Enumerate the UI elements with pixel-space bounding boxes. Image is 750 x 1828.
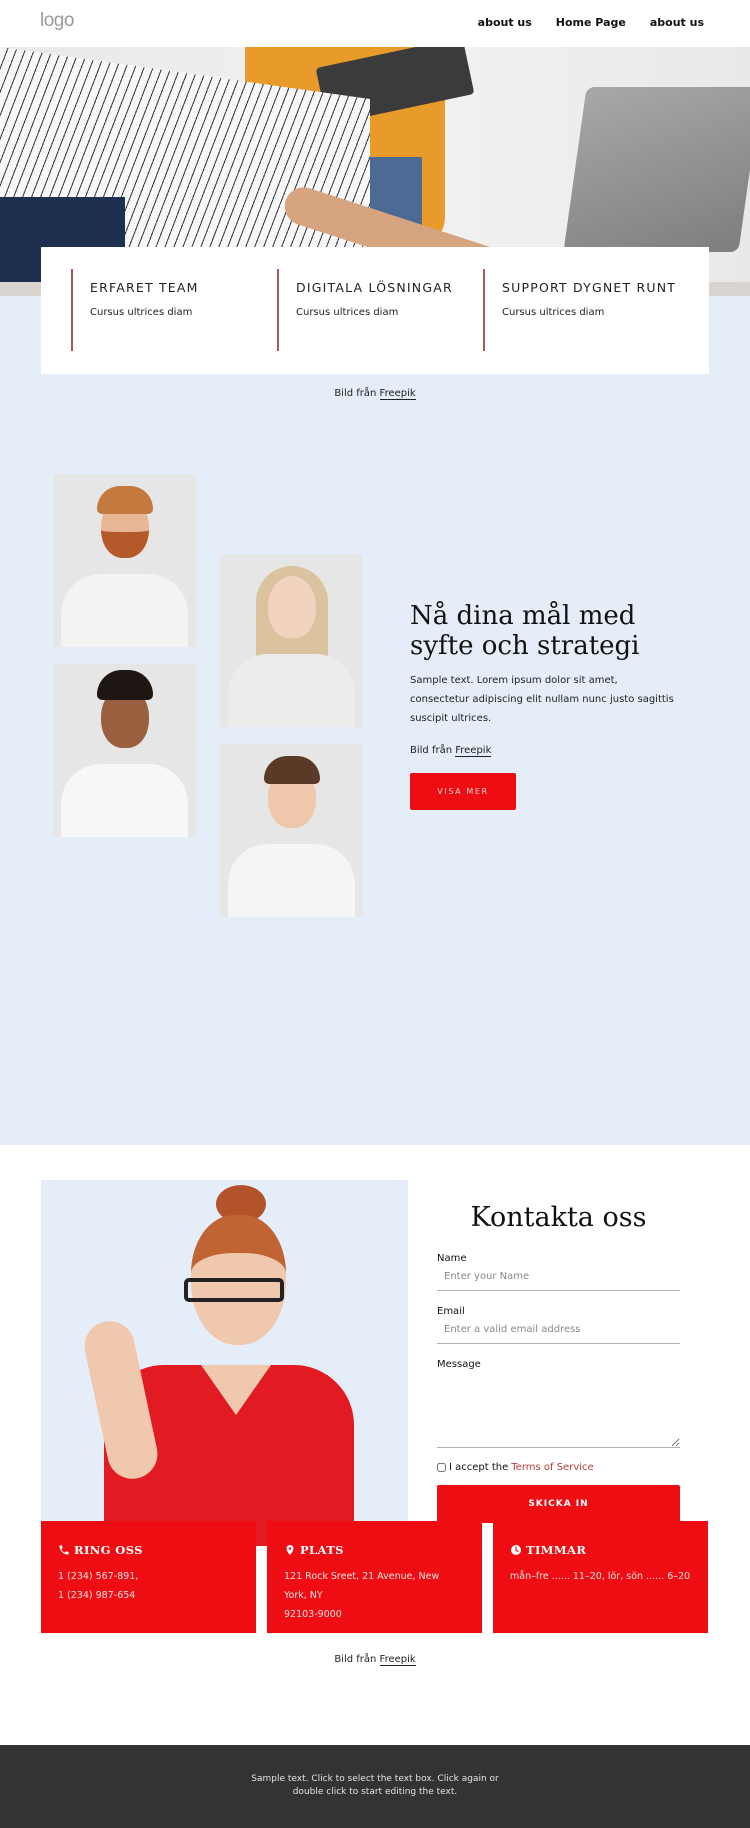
- phone-number[interactable]: 1 (234) 567-891,: [58, 1567, 239, 1586]
- info-card-phone: RING OSS 1 (234) 567-891, 1 (234) 987-65…: [41, 1521, 256, 1633]
- feature-text: Cursus ultrices diam: [90, 307, 193, 318]
- photo-body: [61, 574, 188, 647]
- name-input[interactable]: [437, 1264, 680, 1291]
- contact-section: Kontakta oss Name Email Message I accept…: [0, 1145, 750, 1745]
- contact-image-redhead-woman: [41, 1180, 408, 1546]
- photo-hair: [97, 486, 153, 514]
- main-nav: about us Home Page about us: [478, 16, 704, 29]
- site-header: logo about us Home Page about us: [0, 0, 750, 47]
- info-title: RING OSS: [58, 1543, 239, 1557]
- hours-line: mån–fre ...... 11–20, lör, sön ...... 6–…: [510, 1571, 691, 1582]
- features-card: ERFARET TEAM Cursus ultrices diam DIGITA…: [41, 247, 709, 374]
- location-pin-icon: [286, 1545, 294, 1555]
- team-photo-bearded-man: [53, 474, 196, 647]
- address-line: 121 Rock Sreet, 21 Avenue, New York, NY: [284, 1571, 440, 1601]
- team-photo-young-man: [220, 744, 363, 917]
- info-title-text: TIMMAR: [526, 1543, 587, 1557]
- team-section: Nå dina mål med syfte och strategi Sampl…: [0, 461, 750, 1145]
- phone-icon: [59, 1545, 69, 1555]
- terms-of-service-link[interactable]: Terms of Service: [511, 1462, 593, 1473]
- message-label: Message: [437, 1359, 481, 1370]
- email-label: Email: [437, 1306, 465, 1317]
- image-credit: Bild från Freepik: [410, 745, 680, 757]
- freepik-link[interactable]: Freepik: [379, 1654, 416, 1666]
- info-lines: mån–fre ...... 11–20, lör, sön ...... 6–…: [510, 1567, 691, 1586]
- feature-item: ERFARET TEAM Cursus ultrices diam: [71, 269, 277, 351]
- info-card-location: PLATS 121 Rock Sreet, 21 Avenue, New Yor…: [267, 1521, 482, 1633]
- info-title-text: PLATS: [300, 1543, 344, 1557]
- email-input[interactable]: [437, 1317, 680, 1344]
- feature-title: ERFARET TEAM: [90, 280, 199, 295]
- photo-body: [228, 654, 355, 727]
- info-lines: 121 Rock Sreet, 21 Avenue, New York, NY …: [284, 1567, 465, 1624]
- image-credit: Bild från Freepik: [0, 1654, 750, 1666]
- nav-link-about-us[interactable]: about us: [478, 16, 532, 29]
- info-cards: RING OSS 1 (234) 567-891, 1 (234) 987-65…: [41, 1521, 709, 1633]
- team-body-text: Sample text. Lorem ipsum dolor sit amet,…: [410, 675, 674, 724]
- phone-number[interactable]: 1 (234) 987-654: [58, 1586, 239, 1605]
- nav-link-home-page[interactable]: Home Page: [556, 16, 626, 29]
- feature-item: DIGITALA LÖSNINGAR Cursus ultrices diam: [277, 269, 483, 351]
- info-card-hours: TIMMAR mån–fre ...... 11–20, lör, sön ..…: [493, 1521, 708, 1633]
- freepik-link[interactable]: Freepik: [379, 388, 416, 400]
- photo-hair: [264, 756, 320, 784]
- nav-link-about-us-2[interactable]: about us: [650, 16, 704, 29]
- terms-acceptance: I accept the Terms of Service: [437, 1462, 680, 1473]
- credit-prefix: Bild från: [334, 388, 377, 399]
- blue-section: ERFARET TEAM Cursus ultrices diam DIGITA…: [0, 247, 750, 1145]
- feature-text: Cursus ultrices diam: [296, 307, 399, 318]
- address-line: 92103-9000: [284, 1609, 342, 1620]
- accept-label: I accept the: [449, 1462, 509, 1473]
- photo-hair: [97, 670, 153, 700]
- visa-mer-button[interactable]: VISA MER: [410, 773, 516, 810]
- team-text-block: Nå dina mål med syfte och strategi Sampl…: [410, 601, 680, 810]
- name-label: Name: [437, 1253, 467, 1264]
- credit-prefix: Bild från: [334, 1654, 377, 1665]
- team-photo-curly-woman: [53, 664, 196, 837]
- info-title-text: RING OSS: [74, 1543, 143, 1557]
- submit-button[interactable]: SKICKA IN: [437, 1485, 680, 1523]
- photo-head: [268, 576, 316, 638]
- image-credit: Bild från Freepik: [0, 388, 750, 400]
- info-lines: 1 (234) 567-891, 1 (234) 987-654: [58, 1567, 239, 1605]
- info-title: PLATS: [284, 1543, 465, 1557]
- terms-checkbox[interactable]: [437, 1463, 446, 1472]
- hero-laptop: [563, 87, 750, 252]
- features-wrapper: ERFARET TEAM Cursus ultrices diam DIGITA…: [0, 247, 750, 461]
- site-footer: Sample text. Click to select the text bo…: [0, 1745, 750, 1828]
- feature-text: Cursus ultrices diam: [502, 307, 605, 318]
- feature-title: DIGITALA LÖSNINGAR: [296, 280, 453, 295]
- team-photo-blonde-woman: [220, 554, 363, 727]
- freepik-link[interactable]: Freepik: [455, 745, 492, 757]
- contact-title: Kontakta oss: [470, 1202, 647, 1233]
- feature-title: SUPPORT DYGNET RUNT: [502, 280, 677, 295]
- footer-text: Sample text. Click to select the text bo…: [251, 1774, 499, 1797]
- logo[interactable]: logo: [40, 10, 74, 32]
- photo-body: [228, 844, 355, 917]
- feature-item: SUPPORT DYGNET RUNT Cursus ultrices diam: [483, 269, 689, 351]
- team-heading: Nå dina mål med syfte och strategi: [410, 601, 640, 661]
- clock-icon: [511, 1545, 521, 1555]
- photo-glasses: [184, 1278, 284, 1302]
- message-textarea[interactable]: [437, 1370, 680, 1448]
- contact-form: Kontakta oss Name Email Message I accept…: [437, 1180, 680, 1523]
- info-title: TIMMAR: [510, 1543, 691, 1557]
- photo-body: [61, 764, 188, 837]
- credit-prefix: Bild från: [410, 745, 453, 756]
